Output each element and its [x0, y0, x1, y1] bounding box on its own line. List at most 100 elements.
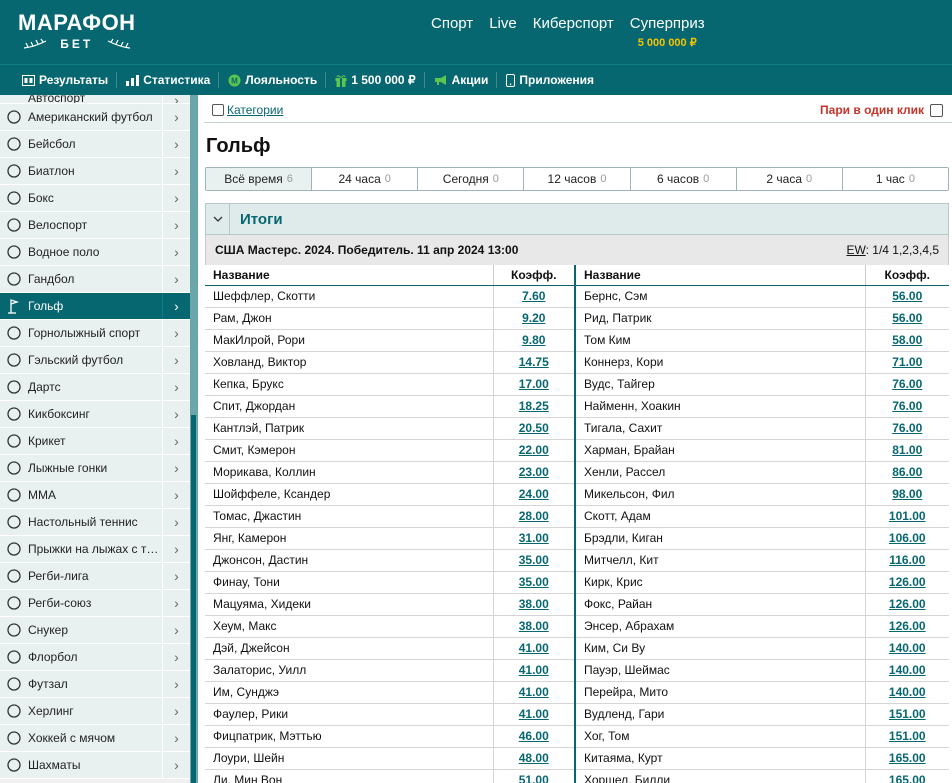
- sidebar-item-partial[interactable]: Автоспорт ›: [0, 95, 190, 104]
- chevron-right-icon[interactable]: ›: [162, 401, 190, 427]
- odds-button[interactable]: 126.00: [865, 615, 949, 638]
- odds-button[interactable]: 86.00: [865, 461, 949, 484]
- sidebar-item[interactable]: ММА ›: [0, 482, 190, 509]
- sidebar-item[interactable]: Лыжные гонки ›: [0, 455, 190, 482]
- odds-button[interactable]: 41.00: [493, 637, 576, 660]
- odds-button[interactable]: 35.00: [493, 571, 576, 594]
- nav-superprize[interactable]: Суперприз 5 000 000 ₽: [630, 15, 705, 49]
- sidebar-item[interactable]: Бейсбол ›: [0, 131, 190, 158]
- odds-button[interactable]: 98.00: [865, 483, 949, 506]
- chevron-right-icon[interactable]: ›: [162, 104, 190, 130]
- market-header[interactable]: Итоги: [205, 203, 949, 235]
- sidebar-item[interactable]: Бокс ›: [0, 185, 190, 212]
- chevron-right-icon[interactable]: ›: [162, 725, 190, 751]
- chevron-right-icon[interactable]: ›: [162, 617, 190, 643]
- odds-button[interactable]: 17.00: [493, 373, 576, 396]
- sidebar-item[interactable]: Американский футбол ›: [0, 104, 190, 131]
- sidebar-item[interactable]: Гольф ›: [0, 293, 190, 320]
- odds-button[interactable]: 165.00: [865, 769, 949, 783]
- chevron-down-icon[interactable]: [206, 204, 230, 234]
- odds-button[interactable]: 140.00: [865, 659, 949, 682]
- chevron-right-icon[interactable]: ›: [162, 239, 190, 265]
- odds-button[interactable]: 22.00: [493, 439, 576, 462]
- sidebar-item[interactable]: Хоккей с мячом ›: [0, 725, 190, 752]
- time-tab[interactable]: 12 часов 0: [524, 168, 631, 190]
- chevron-right-icon[interactable]: ›: [162, 671, 190, 697]
- chevron-right-icon[interactable]: ›: [162, 158, 190, 184]
- odds-button[interactable]: 58.00: [865, 329, 949, 352]
- scrollbar-thumb[interactable]: [191, 415, 196, 783]
- odds-button[interactable]: 76.00: [865, 373, 949, 396]
- odds-button[interactable]: 9.80: [493, 329, 576, 352]
- odds-button[interactable]: 41.00: [493, 681, 576, 704]
- chevron-right-icon[interactable]: ›: [162, 266, 190, 292]
- chevron-right-icon[interactable]: ›: [162, 347, 190, 373]
- sidebar-item[interactable]: Херлинг ›: [0, 698, 190, 725]
- odds-button[interactable]: 20.50: [493, 417, 576, 440]
- sidebar-item[interactable]: Футзал ›: [0, 671, 190, 698]
- time-tab[interactable]: Всё время 6: [206, 168, 313, 190]
- logo[interactable]: МАРАФОН БЕТ: [18, 12, 136, 53]
- odds-button[interactable]: 35.00: [493, 549, 576, 572]
- odds-button[interactable]: 9.20: [493, 307, 576, 330]
- odds-button[interactable]: 38.00: [493, 593, 576, 616]
- sidebar-item[interactable]: Крикет ›: [0, 428, 190, 455]
- odds-button[interactable]: 23.00: [493, 461, 576, 484]
- sidebar-item[interactable]: Горнолыжный спорт ›: [0, 320, 190, 347]
- nav-sport[interactable]: Спорт: [431, 15, 473, 49]
- sidebar-item[interactable]: Регби-союз ›: [0, 590, 190, 617]
- chevron-right-icon[interactable]: ›: [162, 131, 190, 157]
- odds-button[interactable]: 71.00: [865, 351, 949, 374]
- odds-button[interactable]: 76.00: [865, 417, 949, 440]
- sidebar-item[interactable]: Настольный теннис ›: [0, 509, 190, 536]
- nav-live[interactable]: Live: [489, 15, 517, 49]
- odds-button[interactable]: 126.00: [865, 593, 949, 616]
- subnav-results[interactable]: Результаты: [22, 72, 118, 88]
- odds-button[interactable]: 7.60: [493, 285, 576, 308]
- categories-checkbox[interactable]: [212, 104, 224, 116]
- odds-button[interactable]: 24.00: [493, 483, 576, 506]
- time-tab[interactable]: 2 часа 0: [737, 168, 843, 190]
- time-tab[interactable]: 1 час 0: [843, 168, 948, 190]
- sidebar-item[interactable]: Прыжки на лыжах с трамплина›: [0, 536, 190, 563]
- odds-button[interactable]: 48.00: [493, 747, 576, 770]
- odds-button[interactable]: 56.00: [865, 307, 949, 330]
- chevron-right-icon[interactable]: ›: [162, 644, 190, 670]
- odds-button[interactable]: 101.00: [865, 505, 949, 528]
- chevron-right-icon[interactable]: ›: [162, 185, 190, 211]
- chevron-right-icon[interactable]: ›: [162, 536, 190, 562]
- odds-button[interactable]: 14.75: [493, 351, 576, 374]
- chevron-right-icon[interactable]: ›: [162, 428, 190, 454]
- odds-button[interactable]: 81.00: [865, 439, 949, 462]
- subnav-bonus[interactable]: 1 500 000 ₽: [335, 72, 425, 88]
- chevron-right-icon[interactable]: ›: [162, 293, 190, 319]
- odds-button[interactable]: 31.00: [493, 527, 576, 550]
- sidebar-item[interactable]: Дартс ›: [0, 374, 190, 401]
- sidebar-item[interactable]: Биатлон ›: [0, 158, 190, 185]
- subnav-loyalty[interactable]: M Лояльность: [228, 72, 327, 88]
- odds-button[interactable]: 140.00: [865, 681, 949, 704]
- odds-button[interactable]: 151.00: [865, 725, 949, 748]
- time-tab[interactable]: 6 часов 0: [631, 168, 737, 190]
- sidebar-item[interactable]: Кикбоксинг ›: [0, 401, 190, 428]
- odds-button[interactable]: 116.00: [865, 549, 949, 572]
- odds-button[interactable]: 140.00: [865, 637, 949, 660]
- sidebar-item[interactable]: Водное поло ›: [0, 239, 190, 266]
- odds-button[interactable]: 126.00: [865, 571, 949, 594]
- odds-button[interactable]: 56.00: [865, 285, 949, 308]
- time-tab[interactable]: Сегодня 0: [418, 168, 525, 190]
- subnav-apps[interactable]: Приложения: [506, 72, 602, 88]
- odds-button[interactable]: 76.00: [865, 395, 949, 418]
- chevron-right-icon[interactable]: ›: [162, 752, 190, 778]
- breadcrumb-categories[interactable]: Категории: [227, 103, 283, 117]
- chevron-right-icon[interactable]: ›: [162, 455, 190, 481]
- odds-button[interactable]: 38.00: [493, 615, 576, 638]
- odds-button[interactable]: 41.00: [493, 703, 576, 726]
- one-click-bet[interactable]: Пари в один клик: [820, 103, 943, 117]
- odds-button[interactable]: 18.25: [493, 395, 576, 418]
- chevron-right-icon[interactable]: ›: [162, 509, 190, 535]
- sidebar-item[interactable]: Флорбол ›: [0, 644, 190, 671]
- subnav-promo[interactable]: Акции: [434, 72, 498, 88]
- chevron-right-icon[interactable]: ›: [162, 563, 190, 589]
- chevron-right-icon[interactable]: ›: [162, 95, 190, 103]
